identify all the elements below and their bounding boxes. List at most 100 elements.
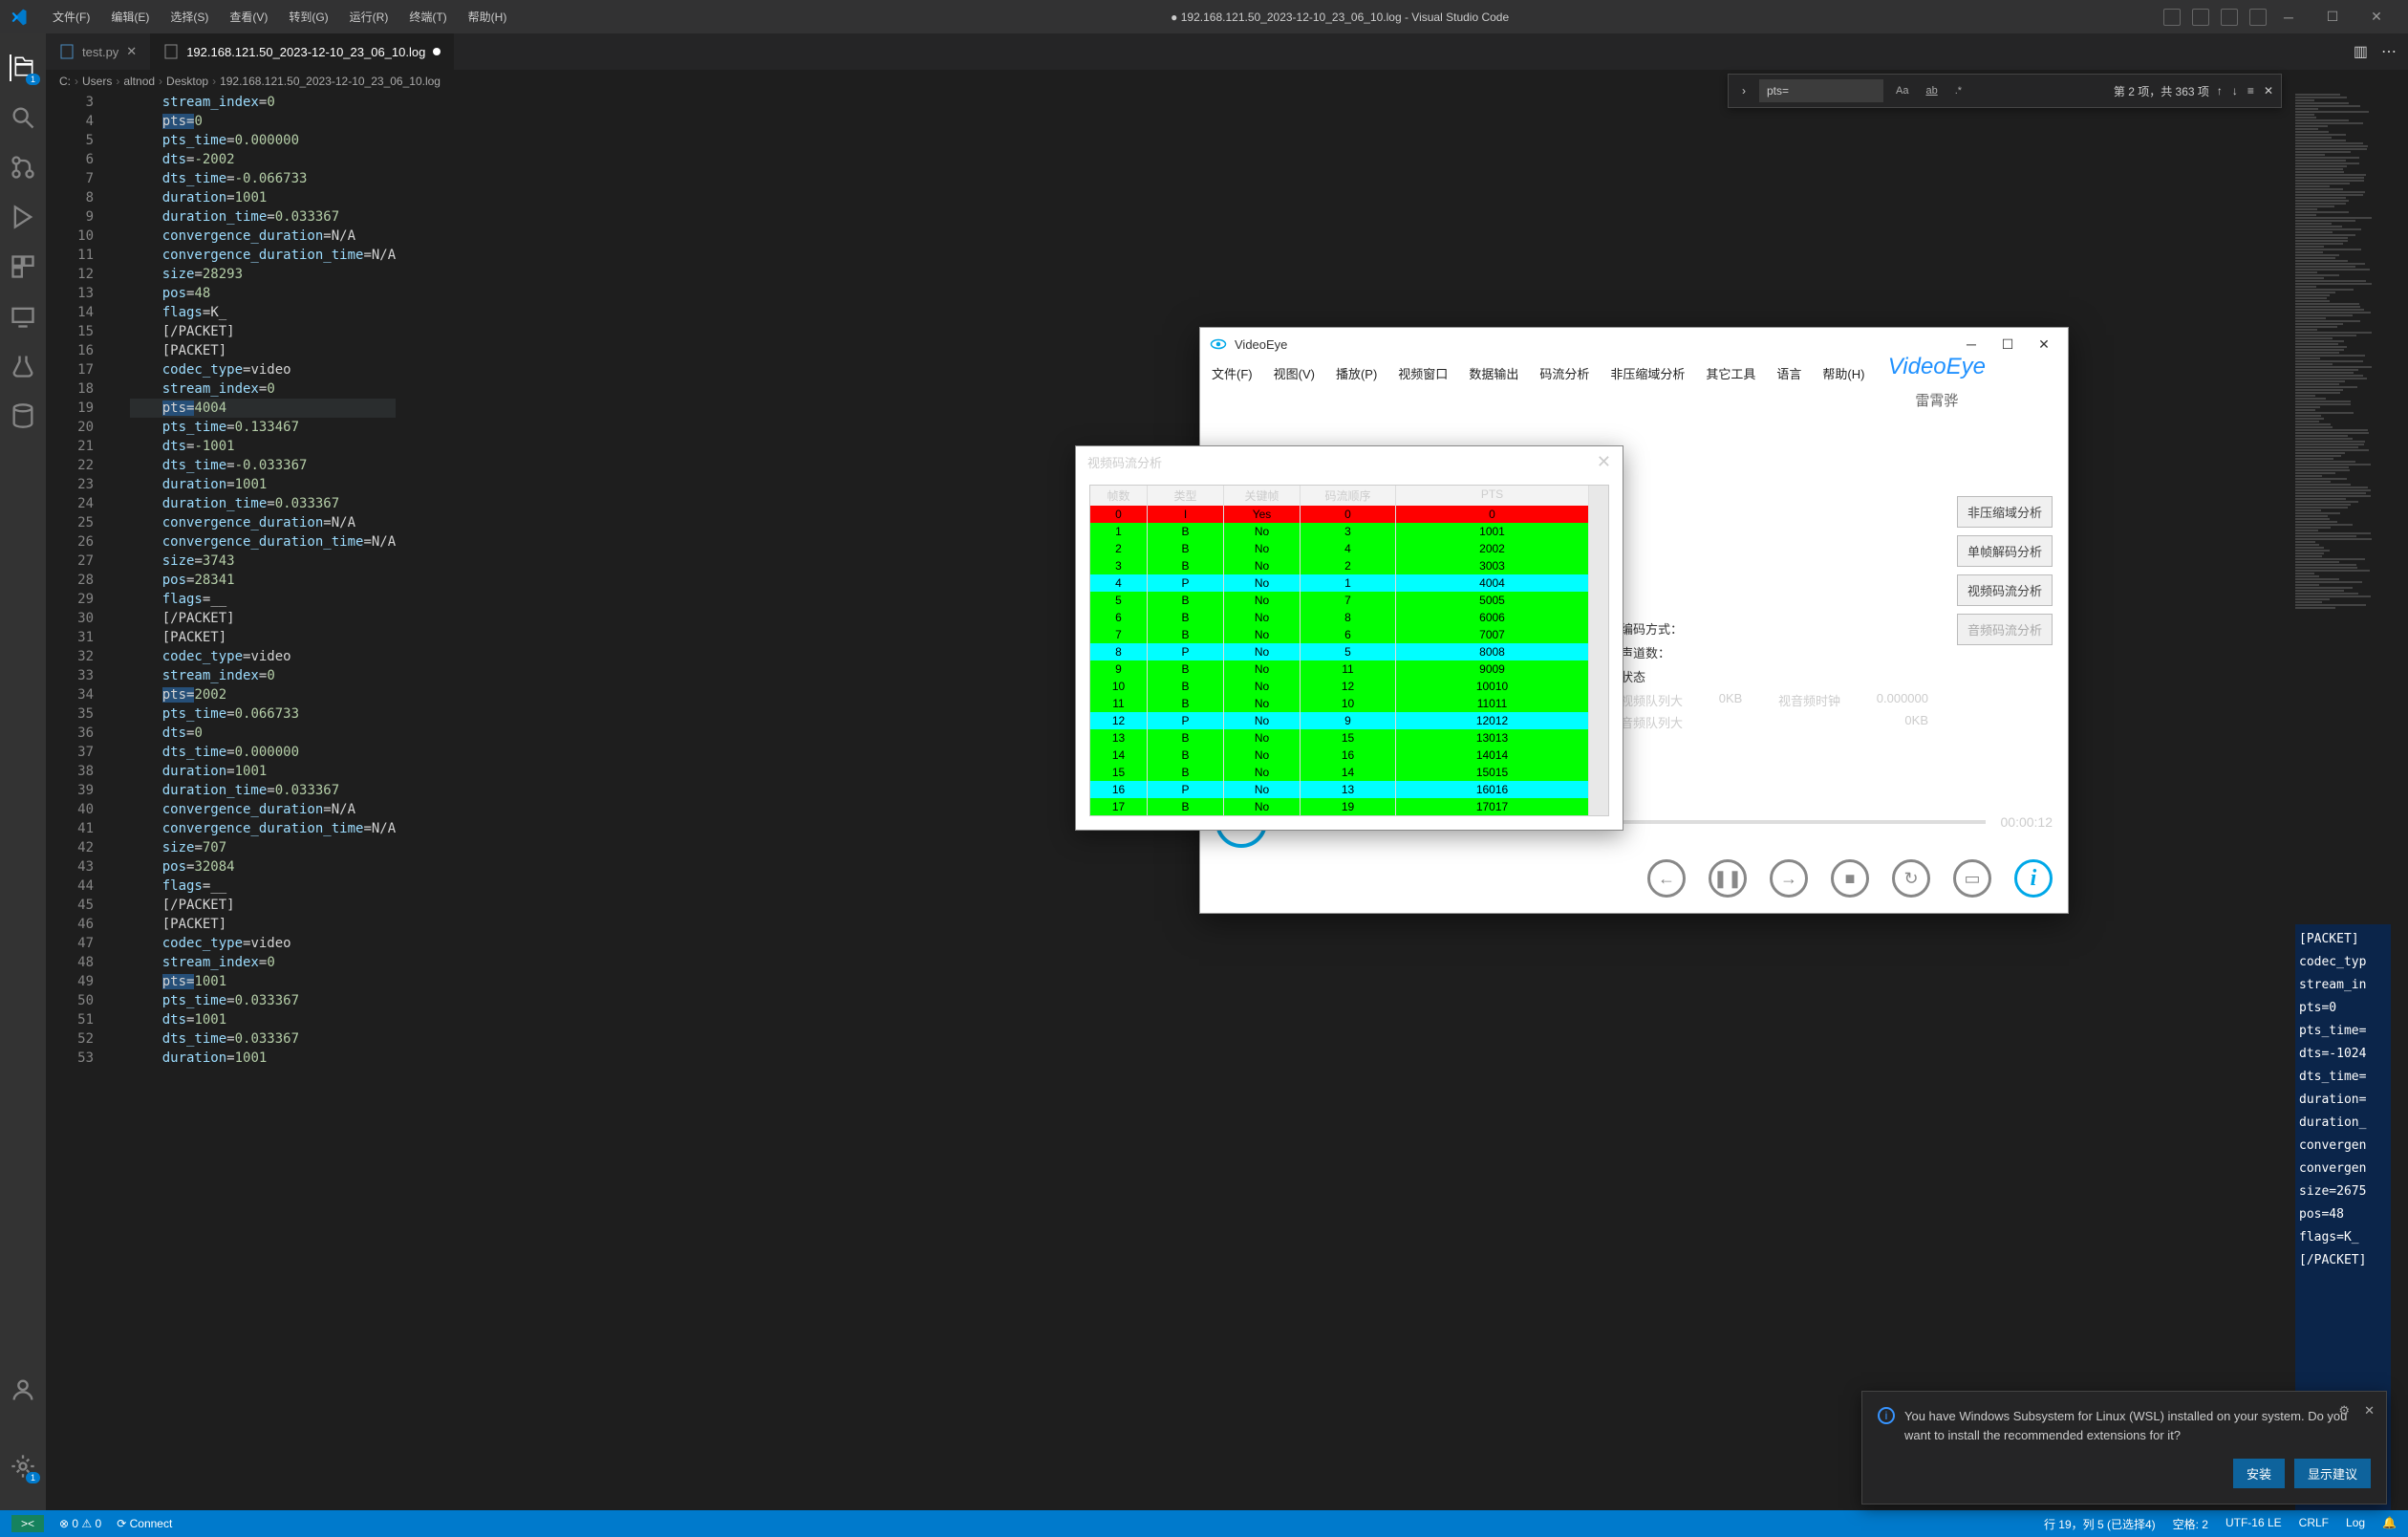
menu-item[interactable]: 文件(F) bbox=[43, 5, 99, 29]
close-icon[interactable]: ✕ bbox=[2030, 336, 2058, 353]
close-button[interactable]: ✕ bbox=[2354, 9, 2398, 25]
info-button[interactable]: i bbox=[2014, 859, 2053, 898]
breadcrumb-item[interactable]: Desktop bbox=[166, 75, 208, 88]
menu-item[interactable]: 编辑(E) bbox=[101, 5, 159, 29]
close-icon[interactable]: ✕ bbox=[1597, 452, 1611, 472]
ve-menu-item[interactable]: 语言 bbox=[1776, 364, 1801, 382]
table-row[interactable]: 4PNo14004 bbox=[1090, 574, 1589, 592]
table-row[interactable]: 12PNo912012 bbox=[1090, 712, 1589, 729]
minimize-icon[interactable]: ─ bbox=[1957, 336, 1986, 353]
maximize-button[interactable]: ☐ bbox=[2311, 9, 2354, 25]
search-icon[interactable] bbox=[10, 104, 36, 131]
db-icon[interactable] bbox=[10, 402, 36, 429]
gear-icon[interactable]: ⚙ bbox=[2338, 1403, 2350, 1418]
close-find-icon[interactable]: ✕ bbox=[2264, 84, 2273, 97]
status-item[interactable]: UTF-16 LE bbox=[2225, 1516, 2282, 1532]
fullscreen-button[interactable]: ▭ bbox=[1953, 859, 1991, 898]
ve-menu-item[interactable]: 码流分析 bbox=[1539, 364, 1589, 382]
extensions-icon[interactable] bbox=[10, 253, 36, 280]
status-item[interactable]: 空格: 2 bbox=[2173, 1516, 2208, 1532]
analyze-button[interactable]: 非压缩域分析 bbox=[1957, 496, 2053, 528]
minimap[interactable]: [PACKET]codec_typstream_inpts=0pts_time=… bbox=[2295, 93, 2391, 1510]
table-row[interactable]: 3BNo23003 bbox=[1090, 557, 1589, 574]
install-button[interactable]: 安装 bbox=[2233, 1459, 2285, 1488]
table-row[interactable]: 11BNo1011011 bbox=[1090, 695, 1589, 712]
menu-item[interactable]: 转到(G) bbox=[279, 5, 337, 29]
testing-icon[interactable] bbox=[10, 353, 36, 379]
status-item[interactable]: Log bbox=[2346, 1516, 2365, 1532]
prev-match-icon[interactable]: ↑ bbox=[2217, 84, 2223, 97]
table-row[interactable]: 13BNo1513013 bbox=[1090, 729, 1589, 747]
close-icon[interactable]: ✕ bbox=[2364, 1403, 2375, 1418]
table-row[interactable]: 2BNo42002 bbox=[1090, 540, 1589, 557]
table-row[interactable]: 15BNo1415015 bbox=[1090, 764, 1589, 781]
case-opt[interactable]: Aa bbox=[1891, 82, 1913, 99]
remote-indicator[interactable]: >< bbox=[11, 1515, 44, 1532]
status-item[interactable]: CRLF bbox=[2299, 1516, 2329, 1532]
status-item[interactable]: 行 19，列 5 (已选择4) bbox=[2044, 1516, 2156, 1532]
menu-item[interactable]: 选择(S) bbox=[161, 5, 218, 29]
stop-button[interactable]: ■ bbox=[1831, 859, 1869, 898]
layout-icon[interactable] bbox=[2163, 9, 2181, 26]
layout-icon[interactable] bbox=[2249, 9, 2267, 26]
find-in-selection-icon[interactable]: ≡ bbox=[2247, 84, 2254, 97]
menu-item[interactable]: 终端(T) bbox=[399, 5, 456, 29]
problems[interactable]: ⊗ 0 ⚠ 0 bbox=[59, 1517, 101, 1530]
layout-icon[interactable] bbox=[2221, 9, 2238, 26]
ve-menu-item[interactable]: 帮助(H) bbox=[1822, 364, 1864, 382]
show-suggestions-button[interactable]: 显示建议 bbox=[2294, 1459, 2371, 1488]
tab[interactable]: 192.168.121.50_2023-12-10_23_06_10.log bbox=[150, 33, 454, 70]
breadcrumb-item[interactable]: 192.168.121.50_2023-12-10_23_06_10.log bbox=[220, 75, 441, 88]
run-icon[interactable] bbox=[10, 204, 36, 230]
table-row[interactable]: 6BNo86006 bbox=[1090, 609, 1589, 626]
table-row[interactable]: 9BNo119009 bbox=[1090, 660, 1589, 678]
account-icon[interactable] bbox=[10, 1376, 36, 1403]
maximize-icon[interactable]: ☐ bbox=[1993, 336, 2022, 353]
table-row[interactable]: 17BNo1917017 bbox=[1090, 798, 1589, 815]
menu-item[interactable]: 帮助(H) bbox=[459, 5, 517, 29]
layout-icon[interactable] bbox=[2192, 9, 2209, 26]
audio-stream-button[interactable]: 音频码流分析 bbox=[1957, 614, 2053, 645]
table-row[interactable]: 7BNo67007 bbox=[1090, 626, 1589, 643]
pause-button[interactable]: ❚❚ bbox=[1709, 859, 1747, 898]
split-icon[interactable]: ▥ bbox=[2354, 42, 2368, 61]
table-row[interactable]: 0IYes00 bbox=[1090, 506, 1589, 523]
table-row[interactable]: 10BNo1210010 bbox=[1090, 678, 1589, 695]
loop-button[interactable]: ↻ bbox=[1892, 859, 1930, 898]
settings-icon[interactable]: 1 bbox=[10, 1453, 36, 1480]
analyze-button[interactable]: 视频码流分析 bbox=[1957, 574, 2053, 606]
bitstream-titlebar[interactable]: 视频码流分析 ✕ bbox=[1076, 446, 1623, 477]
table-row[interactable]: 8PNo58008 bbox=[1090, 643, 1589, 660]
find-input[interactable] bbox=[1759, 79, 1883, 102]
scrollbar[interactable] bbox=[1589, 486, 1608, 815]
ve-menu-item[interactable]: 其它工具 bbox=[1706, 364, 1755, 382]
ve-menu-item[interactable]: 文件(F) bbox=[1212, 364, 1253, 382]
ve-menu-item[interactable]: 非压缩域分析 bbox=[1610, 364, 1685, 382]
expand-icon[interactable]: › bbox=[1736, 84, 1752, 97]
table-row[interactable]: 5BNo75005 bbox=[1090, 592, 1589, 609]
breadcrumb-item[interactable]: C: bbox=[59, 75, 71, 88]
word-opt[interactable]: ab bbox=[1921, 82, 1942, 99]
next-button[interactable]: → bbox=[1770, 859, 1808, 898]
ve-menu-item[interactable]: 视图(V) bbox=[1274, 364, 1315, 382]
breadcrumb-item[interactable]: Users bbox=[82, 75, 112, 88]
table-row[interactable]: 14BNo1614014 bbox=[1090, 747, 1589, 764]
menu-item[interactable]: 运行(R) bbox=[340, 5, 398, 29]
regex-opt[interactable]: .* bbox=[1950, 82, 1967, 99]
minimize-button[interactable]: ─ bbox=[2267, 10, 2311, 25]
ve-menu-item[interactable]: 视频窗口 bbox=[1398, 364, 1448, 382]
scm-icon[interactable] bbox=[10, 154, 36, 181]
table-row[interactable]: 1BNo31001 bbox=[1090, 523, 1589, 540]
analyze-button[interactable]: 单帧解码分析 bbox=[1957, 535, 2053, 567]
ve-menu-item[interactable]: 数据输出 bbox=[1469, 364, 1518, 382]
table-row[interactable]: 16PNo1316016 bbox=[1090, 781, 1589, 798]
prev-button[interactable]: ← bbox=[1647, 859, 1686, 898]
remote-icon[interactable] bbox=[10, 303, 36, 330]
explorer-icon[interactable]: 1 bbox=[10, 54, 36, 81]
bell-icon[interactable]: 🔔 bbox=[2382, 1516, 2397, 1532]
menu-item[interactable]: 查看(V) bbox=[220, 5, 277, 29]
tab[interactable]: test.py✕ bbox=[46, 33, 150, 70]
more-icon[interactable]: ⋯ bbox=[2381, 42, 2397, 61]
code-content[interactable]: stream_index=0 pts=0 pts_time=0.000000 d… bbox=[130, 93, 396, 1068]
ve-menu-item[interactable]: 播放(P) bbox=[1336, 364, 1377, 382]
